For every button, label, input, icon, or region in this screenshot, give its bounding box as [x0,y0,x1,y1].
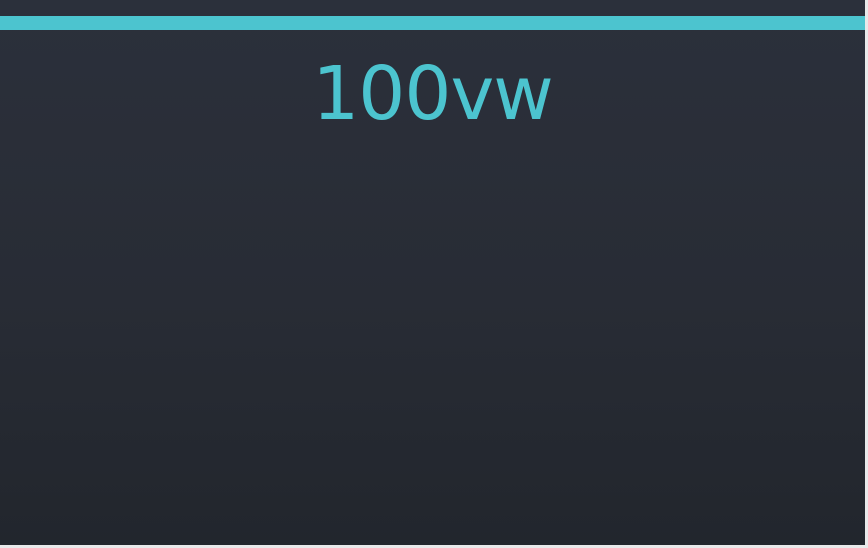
width-caption: 100vw [312,51,554,137]
width-indicator-bar [0,16,865,30]
slide-frame: 100vw [0,0,865,545]
